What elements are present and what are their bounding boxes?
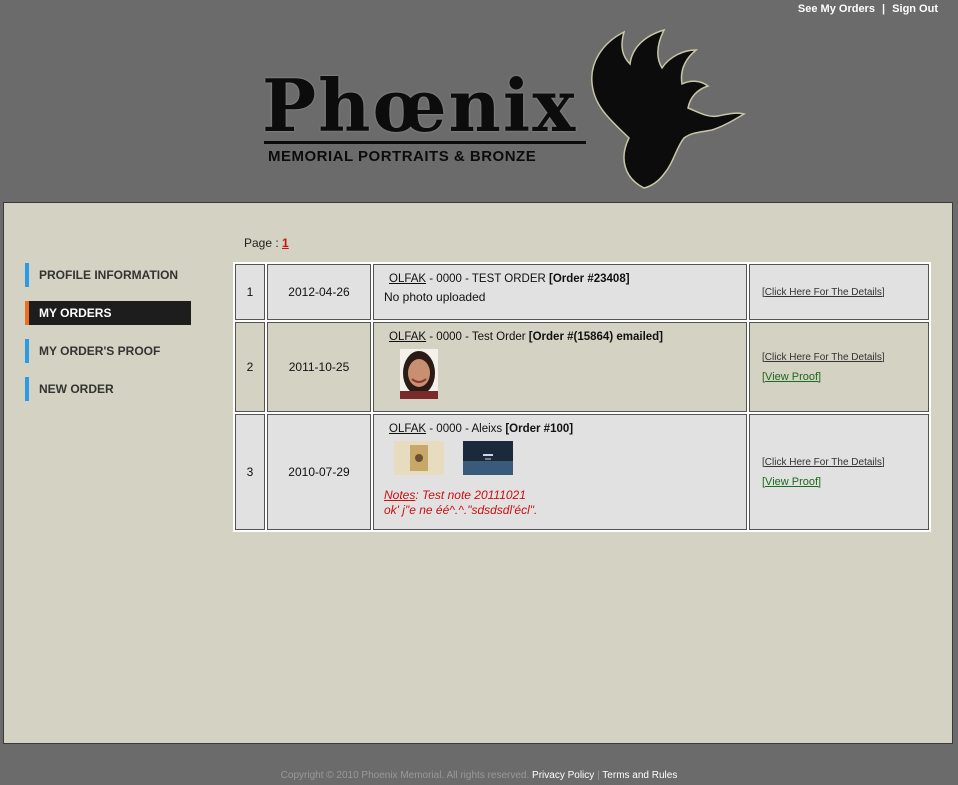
sidebar-item-profile-information[interactable]: PROFILE INFORMATION: [25, 263, 191, 287]
orders-table: 1 2012-04-26 OLFAK - 0000 - TEST ORDER […: [233, 262, 931, 532]
order-date: 2010-07-29: [267, 414, 371, 530]
notes-text: : Test note 20111021: [415, 488, 526, 502]
sidebar-item-new-order[interactable]: NEW ORDER: [25, 377, 191, 401]
portrait-photo-thumbnail[interactable]: [400, 349, 438, 399]
pager-label: Page :: [244, 236, 279, 250]
client-name-link[interactable]: OLFAK: [389, 273, 426, 285]
order-line: OLFAK - 0000 - Test Order [Order #(15864…: [389, 331, 736, 343]
see-my-orders-link[interactable]: See My Orders: [798, 3, 875, 15]
order-date: 2012-04-26: [267, 264, 371, 320]
details-link[interactable]: [Click Here For The Details]: [762, 287, 916, 298]
no-photo-text: No photo uploaded: [384, 290, 486, 304]
order-detail-cell: OLFAK - 0000 - Aleixs [Order #100] Notes…: [373, 414, 747, 530]
details-link[interactable]: [Click Here For The Details]: [762, 457, 916, 468]
view-proof-link[interactable]: [View Proof]: [762, 371, 916, 383]
main-content: PROFILE INFORMATION MY ORDERS MY ORDER'S…: [3, 202, 953, 744]
notes-text-line2: ok' j"e ne éé^.^."sdsdsdl'écl".: [384, 503, 538, 517]
order-number: 1: [235, 264, 265, 320]
phoenix-logo[interactable]: Phœnix MEMORIAL PORTRAITS & BRONZE: [262, 28, 752, 198]
client-name-link[interactable]: OLFAK: [389, 423, 426, 435]
order-line: OLFAK - 0000 - Aleixs [Order #100]: [389, 423, 736, 435]
sidebar-item-my-orders[interactable]: MY ORDERS: [25, 301, 191, 325]
details-link[interactable]: [Click Here For The Details]: [762, 352, 916, 363]
order-number: 2: [235, 322, 265, 412]
pager: Page : 1: [244, 236, 289, 250]
order-id: [Order #(15864) emailed]: [528, 331, 664, 343]
table-row: 2 2011-10-25 OLFAK - 0000 - Test Order […: [235, 322, 929, 412]
logo-wordmark: Phœnix: [262, 63, 578, 148]
top-links-separator: |: [882, 3, 886, 15]
order-description: - 0000 - TEST ORDER: [426, 273, 549, 285]
notes-label: Notes: [384, 488, 416, 502]
table-row: 3 2010-07-29 OLFAK - 0000 - Aleixs [Orde…: [235, 414, 929, 530]
order-date: 2011-10-25: [267, 322, 371, 412]
order-line: OLFAK - 0000 - TEST ORDER [Order #23408]: [389, 273, 736, 285]
sidebar-item-my-orders-proof[interactable]: MY ORDER'S PROOF: [25, 339, 191, 363]
footer: Copyright © 2010 Phoenix Memorial. All r…: [0, 770, 958, 781]
order-links-cell: [Click Here For The Details]: [749, 264, 929, 320]
terms-and-rules-link[interactable]: Terms and Rules: [602, 770, 677, 781]
order-detail-cell: OLFAK - 0000 - TEST ORDER [Order #23408]…: [373, 264, 747, 320]
phoenix-bird-icon: [591, 28, 746, 189]
copyright-text: Copyright © 2010 Phoenix Memorial. All r…: [280, 770, 530, 781]
order-id: [Order #23408]: [549, 273, 630, 285]
sign-out-link[interactable]: Sign Out: [892, 3, 938, 15]
movie-photo-thumbnail[interactable]: [463, 441, 514, 475]
table-row: 1 2012-04-26 OLFAK - 0000 - TEST ORDER […: [235, 264, 929, 320]
order-detail-cell: OLFAK - 0000 - Test Order [Order #(15864…: [373, 322, 747, 412]
product-photo-thumbnail[interactable]: [394, 441, 444, 475]
logo-subtitle: MEMORIAL PORTRAITS & BRONZE: [268, 148, 537, 165]
client-name-link[interactable]: OLFAK: [389, 331, 426, 343]
view-proof-link[interactable]: [View Proof]: [762, 476, 916, 488]
order-links-cell: [Click Here For The Details] [View Proof…: [749, 414, 929, 530]
footer-separator: |: [597, 770, 600, 781]
logo-rule: [264, 141, 586, 144]
privacy-policy-link[interactable]: Privacy Policy: [532, 770, 594, 781]
order-notes: Notes: Test note 20111021 ok' j"e ne éé^…: [384, 488, 736, 518]
pager-page-link[interactable]: 1: [282, 236, 289, 250]
order-id: [Order #100]: [505, 423, 574, 435]
top-links: See My Orders | Sign Out: [798, 3, 938, 15]
order-number: 3: [235, 414, 265, 530]
order-description: - 0000 - Aleixs: [426, 423, 506, 435]
order-links-cell: [Click Here For The Details] [View Proof…: [749, 322, 929, 412]
order-description: - 0000 - Test Order: [426, 331, 529, 343]
sidebar-nav: PROFILE INFORMATION MY ORDERS MY ORDER'S…: [25, 263, 191, 415]
